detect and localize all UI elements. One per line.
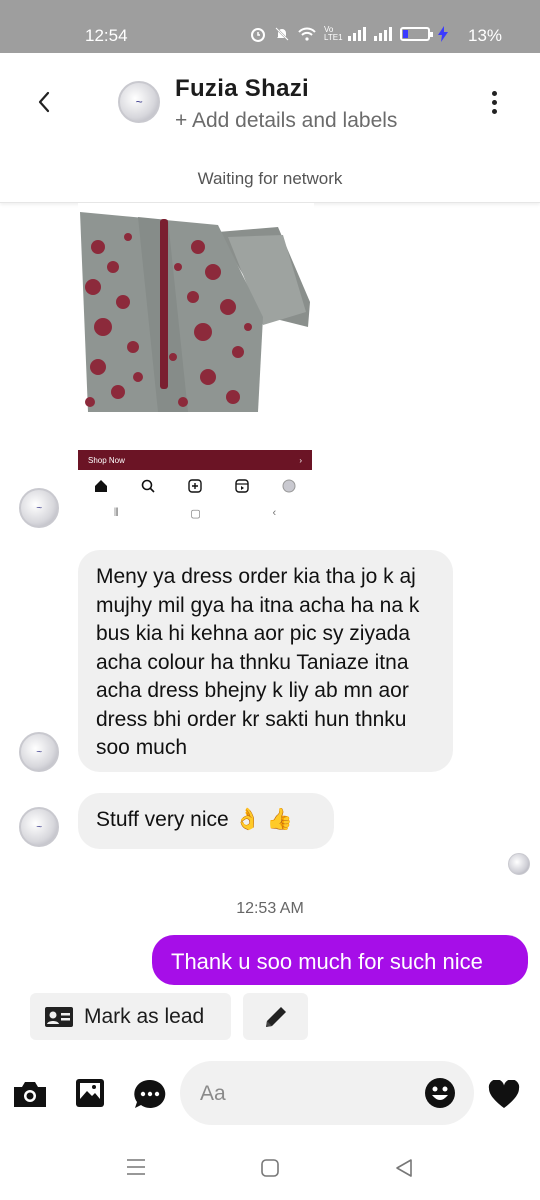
status-time: 12:54 bbox=[85, 26, 128, 45]
profile-icon bbox=[282, 479, 296, 493]
home-icon bbox=[95, 480, 108, 492]
back-glyph: ‹ bbox=[272, 507, 277, 519]
more-vert-icon[interactable] bbox=[484, 91, 504, 117]
home-button-icon[interactable] bbox=[260, 1158, 280, 1178]
embedded-nav bbox=[78, 475, 312, 497]
status-icons: Vo LTE1 bbox=[250, 26, 448, 42]
message-bubble-outgoing[interactable]: Thank u soo much for such nice bbox=[152, 935, 528, 985]
heart-icon[interactable] bbox=[488, 1080, 520, 1110]
message-timestamp: 12:53 AM bbox=[236, 900, 304, 917]
pencil-icon bbox=[265, 1006, 286, 1027]
sender-avatar[interactable]: ~ bbox=[19, 807, 59, 847]
system-nav-bar bbox=[0, 1130, 540, 1200]
mark-as-lead-button[interactable]: Mark as lead bbox=[30, 993, 231, 1040]
recents-glyph: ⦀ bbox=[113, 507, 119, 519]
home-glyph: ▢ bbox=[190, 508, 201, 520]
embedded-system-nav: ⦀ ▢ ‹ bbox=[78, 507, 312, 520]
mute-icon bbox=[275, 27, 289, 41]
wifi-icon bbox=[298, 27, 316, 41]
sender-avatar[interactable]: ~ bbox=[19, 732, 59, 772]
contact-name[interactable]: Fuzia Shazi bbox=[175, 75, 309, 103]
mark-as-lead-label: Mark as lead bbox=[84, 1004, 205, 1028]
add-post-icon bbox=[188, 479, 202, 493]
sender-avatar[interactable]: ~ bbox=[19, 488, 59, 528]
emoji-icon[interactable] bbox=[424, 1077, 456, 1109]
back-arrow-icon[interactable] bbox=[32, 89, 58, 115]
reels-icon bbox=[235, 479, 249, 493]
gallery-icon[interactable] bbox=[74, 1077, 106, 1109]
message-text: Meny ya dress order kia tha jo k aj mujh… bbox=[96, 565, 420, 759]
message-composer: Aa bbox=[0, 1055, 540, 1130]
recents-icon[interactable] bbox=[126, 1158, 146, 1176]
more-chat-icon[interactable] bbox=[133, 1078, 167, 1112]
chat-header: ~ Fuzia Shazi + Add details and labels W… bbox=[0, 53, 540, 203]
shared-product-image[interactable]: Shop Now › ⦀ ▢ ‹ bbox=[78, 203, 314, 528]
signal-icon bbox=[348, 27, 366, 41]
camera-icon[interactable] bbox=[12, 1079, 48, 1109]
message-text: Thank u soo much for such nice bbox=[171, 949, 483, 974]
message-input[interactable]: Aa bbox=[180, 1061, 474, 1125]
add-details-link[interactable]: + Add details and labels bbox=[175, 109, 397, 133]
charging-icon bbox=[438, 26, 448, 42]
status-bar: 12:54 Vo LTE1 13% bbox=[0, 0, 540, 53]
id-card-icon bbox=[45, 1006, 73, 1027]
signal-icon-2 bbox=[374, 27, 392, 41]
back-triangle-icon[interactable] bbox=[394, 1158, 414, 1178]
volte-label: Vo LTE1 bbox=[324, 25, 343, 42]
dress-fabric-image bbox=[78, 207, 314, 412]
shop-now-label: Shop Now bbox=[88, 455, 125, 465]
shop-now-bar[interactable]: Shop Now › bbox=[78, 450, 312, 470]
contact-avatar[interactable]: ~ bbox=[118, 81, 160, 123]
battery-percent: 13% bbox=[468, 26, 503, 45]
shop-now-arrow: › bbox=[299, 455, 302, 465]
edit-button[interactable] bbox=[243, 993, 308, 1040]
message-bubble-incoming[interactable]: Meny ya dress order kia tha jo k aj mujh… bbox=[78, 550, 453, 772]
message-bubble-incoming[interactable]: Stuff very nice 👌 👍 bbox=[78, 793, 334, 849]
message-text: Stuff very nice 👌 👍 bbox=[96, 808, 293, 831]
seen-avatar bbox=[508, 853, 530, 875]
input-placeholder: Aa bbox=[200, 1082, 226, 1105]
search-icon bbox=[141, 479, 155, 493]
alarm-icon bbox=[251, 28, 265, 42]
network-status: Waiting for network bbox=[197, 169, 343, 188]
battery-icon bbox=[400, 27, 433, 41]
